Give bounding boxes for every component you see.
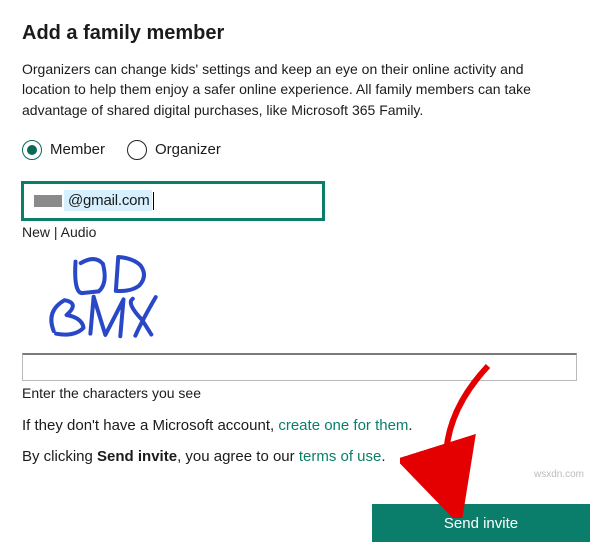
- no-account-prefix: If they don't have a Microsoft account,: [22, 417, 278, 434]
- email-value: @gmail.com: [64, 190, 152, 211]
- terms-link[interactable]: terms of use: [299, 448, 382, 465]
- no-account-line: If they don't have a Microsoft account, …: [22, 417, 568, 434]
- captcha-input[interactable]: [22, 353, 577, 381]
- period: .: [408, 417, 412, 434]
- watermark: wsxdn.com: [534, 469, 584, 480]
- member-radio[interactable]: Member: [22, 140, 105, 160]
- agree-line: By clicking Send invite, you agree to ou…: [22, 448, 568, 465]
- redacted-block: [34, 195, 62, 207]
- create-account-link[interactable]: create one for them: [278, 417, 408, 434]
- organizer-label: Organizer: [155, 141, 221, 158]
- email-field[interactable]: @gmail.com: [22, 182, 324, 220]
- page-title: Add a family member: [22, 22, 568, 45]
- period2: .: [381, 448, 385, 465]
- agree-mid: , you agree to our: [177, 448, 299, 465]
- captcha-image: [22, 250, 232, 340]
- captcha-hint: Enter the characters you see: [22, 385, 568, 401]
- annotation-arrow-icon: [400, 358, 520, 518]
- agree-prefix: By clicking: [22, 448, 97, 465]
- text-cursor-icon: [153, 192, 154, 210]
- organizer-radio[interactable]: Organizer: [127, 140, 221, 160]
- agree-bold: Send invite: [97, 448, 177, 465]
- captcha-links[interactable]: New | Audio: [22, 224, 568, 240]
- radio-icon: [127, 140, 147, 160]
- member-label: Member: [50, 141, 105, 158]
- radio-icon: [22, 140, 42, 160]
- send-invite-button[interactable]: Send invite: [372, 504, 590, 542]
- role-radio-group: Member Organizer: [22, 140, 568, 160]
- description-text: Organizers can change kids' settings and…: [22, 59, 568, 120]
